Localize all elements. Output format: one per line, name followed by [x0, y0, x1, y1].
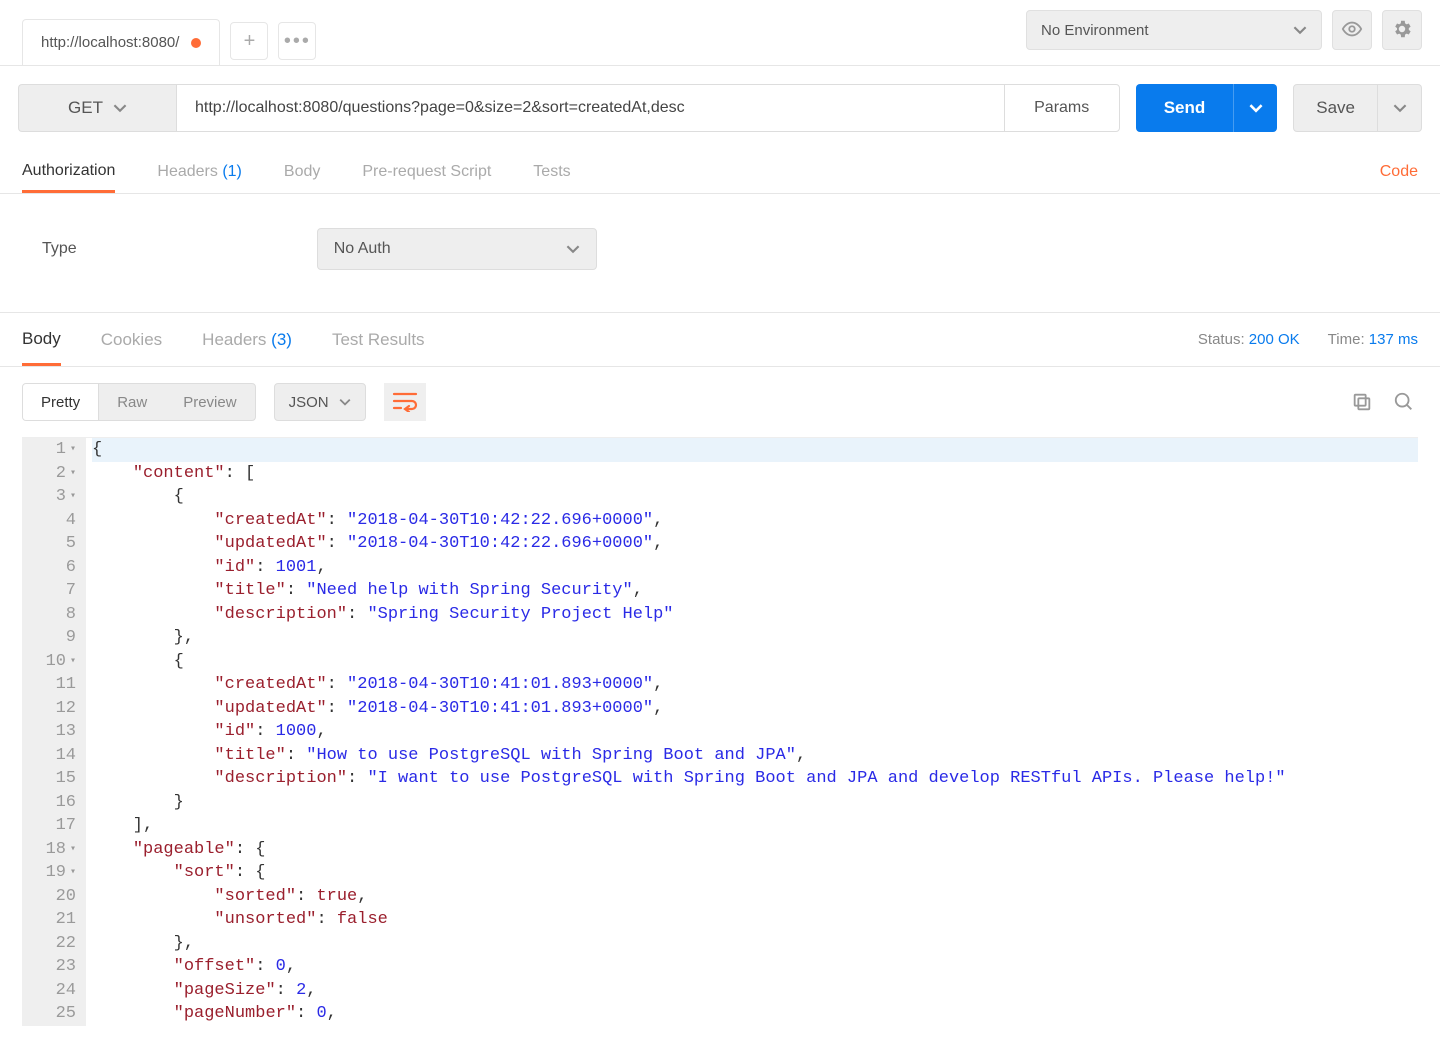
body-toolbar: Pretty Raw Preview JSON: [0, 367, 1440, 437]
auth-type-select[interactable]: No Auth: [317, 228, 597, 270]
send-caret-button[interactable]: [1233, 84, 1277, 132]
request-tab[interactable]: http://localhost:8080/: [22, 19, 220, 65]
tab-body[interactable]: Body: [284, 153, 320, 191]
url-input[interactable]: http://localhost:8080/questions?page=0&s…: [176, 84, 1004, 132]
ellipsis-icon: •••: [284, 30, 311, 53]
plus-icon: +: [244, 30, 256, 53]
env-quicklook-button[interactable]: [1332, 10, 1372, 50]
chevron-down-icon: [1393, 101, 1407, 115]
chevron-down-icon: [1249, 101, 1263, 115]
auth-type-label: Type: [42, 240, 77, 258]
response-body-code: { "content": [ { "createdAt": "2018-04-3…: [86, 438, 1418, 1026]
wrap-lines-button[interactable]: [384, 383, 426, 421]
send-group: Send: [1136, 84, 1278, 132]
line-number-gutter: 1 ▾2 ▾3 ▾45678910 ▾1112131415161718 ▾19 …: [22, 438, 86, 1026]
resp-tab-test-results[interactable]: Test Results: [332, 316, 425, 364]
tab-tests[interactable]: Tests: [533, 153, 570, 191]
status-block: Status: 200 OK: [1198, 331, 1300, 348]
request-tab-title: http://localhost:8080/: [41, 34, 179, 51]
save-button[interactable]: Save: [1293, 84, 1378, 132]
time-value: 137 ms: [1369, 331, 1418, 348]
headers-count: (1): [222, 163, 242, 180]
resp-tab-headers[interactable]: Headers (3): [202, 316, 292, 364]
time-block: Time: 137 ms: [1328, 331, 1418, 348]
auth-section: Type No Auth: [0, 194, 1440, 313]
tab-authorization[interactable]: Authorization: [22, 152, 115, 193]
resp-headers-count: (3): [271, 330, 292, 349]
params-button[interactable]: Params: [1004, 84, 1120, 132]
chevron-down-icon: [113, 101, 127, 115]
save-group: Save: [1293, 84, 1422, 132]
tab-prerequest[interactable]: Pre-request Script: [362, 153, 491, 191]
settings-button[interactable]: [1382, 10, 1422, 50]
request-tabs: Authorization Headers (1) Body Pre-reque…: [0, 150, 1440, 194]
body-right-tools: [1348, 388, 1418, 416]
response-body-viewer[interactable]: 1 ▾2 ▾3 ▾45678910 ▾1112131415161718 ▾19 …: [22, 437, 1418, 1026]
chevron-down-icon: [339, 396, 351, 408]
code-link[interactable]: Code: [1380, 163, 1418, 181]
environment-selected-label: No Environment: [1041, 22, 1149, 39]
gear-icon: [1391, 18, 1413, 43]
search-button[interactable]: [1390, 388, 1418, 416]
tab-headers[interactable]: Headers (1): [157, 153, 242, 191]
resp-tab-cookies[interactable]: Cookies: [101, 316, 162, 364]
status-label: Status:: [1198, 331, 1245, 348]
tab-overflow-button[interactable]: •••: [278, 22, 316, 60]
environment-bar: No Environment: [1026, 0, 1440, 50]
response-tabs: Body Cookies Headers (3) Test Results St…: [0, 313, 1440, 367]
top-bar: http://localhost:8080/ + ••• No Environm…: [0, 0, 1440, 66]
view-preview[interactable]: Preview: [165, 384, 254, 420]
send-button[interactable]: Send: [1136, 84, 1234, 132]
tab-headers-label: Headers: [157, 163, 217, 180]
format-label: JSON: [289, 394, 329, 411]
method-select[interactable]: GET: [18, 84, 176, 132]
auth-type-value: No Auth: [334, 240, 391, 258]
tab-strip: http://localhost:8080/ + •••: [0, 0, 1026, 64]
save-label: Save: [1316, 98, 1355, 118]
time-label: Time:: [1328, 331, 1365, 348]
environment-select[interactable]: No Environment: [1026, 10, 1322, 50]
format-select[interactable]: JSON: [274, 383, 366, 421]
wrap-icon: [392, 390, 418, 415]
chevron-down-icon: [566, 242, 580, 256]
view-raw[interactable]: Raw: [99, 384, 165, 420]
view-pretty[interactable]: Pretty: [23, 384, 99, 420]
resp-tab-headers-label: Headers: [202, 330, 266, 349]
url-value: http://localhost:8080/questions?page=0&s…: [195, 99, 685, 117]
new-tab-button[interactable]: +: [230, 22, 268, 60]
request-builder: GET http://localhost:8080/questions?page…: [0, 66, 1440, 150]
status-value: 200 OK: [1249, 331, 1300, 348]
response-status: Status: 200 OK Time: 137 ms: [1198, 331, 1418, 348]
resp-tab-body[interactable]: Body: [22, 315, 61, 366]
view-mode-group: Pretty Raw Preview: [22, 383, 256, 421]
chevron-down-icon: [1293, 23, 1307, 37]
eye-icon: [1341, 18, 1363, 43]
method-label: GET: [68, 98, 103, 118]
save-caret-button[interactable]: [1378, 84, 1422, 132]
unsaved-dot-icon: [191, 38, 201, 48]
send-label: Send: [1164, 98, 1206, 118]
params-label: Params: [1034, 99, 1089, 117]
copy-button[interactable]: [1348, 388, 1376, 416]
